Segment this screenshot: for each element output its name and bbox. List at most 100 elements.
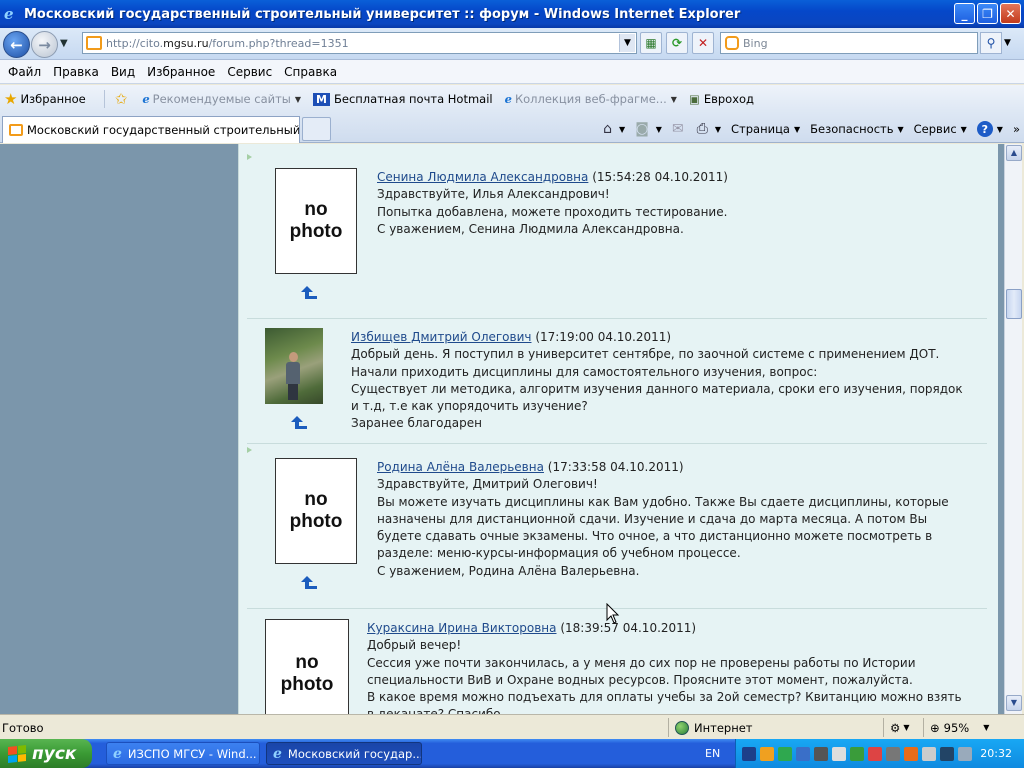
command-bar: ⌂ ▼ ◙ ▼ ✉ ⎙ ▼ Страница ▼ Безопасность ▼ Серви…: [593, 118, 1020, 140]
favorites-bar: ★ Избранное ✩ e Рекомендуемые сайты ▼ M …: [0, 85, 1024, 113]
scroll-down-button[interactable]: ▼: [1006, 695, 1022, 711]
printer-icon: ⎙: [696, 121, 708, 137]
search-options-dropdown[interactable]: ▼: [1004, 38, 1011, 48]
tray-icon[interactable]: [868, 746, 882, 761]
menu-file[interactable]: Файл: [2, 65, 47, 79]
read-mail-button[interactable]: ✉: [672, 121, 687, 137]
post-line: С уважением, Сенина Людмила Александровн…: [377, 221, 684, 236]
menu-favorites[interactable]: Избранное: [141, 65, 221, 79]
author-link[interactable]: Кураксина Ирина Викторовна: [367, 621, 557, 635]
page-menu-label: Страница: [731, 122, 790, 136]
tools-menu[interactable]: Сервис ▼: [914, 122, 967, 136]
post-line: Добрый день. Я поступил в университет се…: [351, 347, 940, 379]
globe-icon: [675, 720, 689, 735]
author-link[interactable]: Избищев Дмитрий Олегович: [351, 330, 531, 344]
tray-icon[interactable]: [850, 746, 864, 761]
address-dropdown[interactable]: ▼: [619, 34, 635, 52]
tray-icon[interactable]: [760, 746, 774, 761]
tab-bar: Московский государственный строительный …: [0, 113, 1024, 143]
search-icon: ⚲: [986, 36, 996, 50]
tools-menu-label: Сервис: [913, 122, 957, 136]
scroll-up-button[interactable]: ▲: [1006, 145, 1022, 161]
maximize-button[interactable]: ❐: [977, 3, 998, 24]
tray-icon[interactable]: [832, 746, 846, 761]
post-header: Кураксина Ирина Викторовна (18:39:57 04.…: [367, 620, 967, 637]
taskbar-item[interactable]: e ИЗСПО МГСУ - Wind...: [106, 742, 260, 765]
stop-button[interactable]: ✕: [692, 32, 714, 54]
menu-view[interactable]: Вид: [105, 65, 141, 79]
volume-icon[interactable]: [922, 746, 936, 761]
security-zone[interactable]: Интернет: [668, 718, 883, 737]
tray-icon[interactable]: [796, 746, 810, 761]
address-input[interactable]: http://cito.mgsu.ru/forum.php?thread=135…: [82, 32, 637, 54]
home-button[interactable]: ⌂ ▼: [603, 121, 625, 137]
page-menu[interactable]: Страница ▼: [731, 122, 800, 136]
safety-menu[interactable]: Безопасность ▼: [810, 122, 904, 136]
home-icon: ⌂: [603, 121, 613, 137]
menu-help[interactable]: Справка: [278, 65, 343, 79]
avatar-no-photo: no photo: [275, 168, 357, 274]
tray-icon[interactable]: [742, 746, 756, 761]
tray-icon[interactable]: [904, 746, 918, 761]
language-indicator[interactable]: EN: [705, 747, 720, 760]
author-link[interactable]: Сенина Людмила Александровна: [377, 170, 588, 184]
help-menu[interactable]: ? ▼: [976, 121, 1003, 137]
dropdown-arrow-icon: ▼: [670, 94, 677, 104]
zoom-control[interactable]: ⊕ 95% ▼: [923, 718, 1013, 737]
author-link[interactable]: Родина Алёна Валерьевна: [377, 460, 544, 474]
new-tab-button[interactable]: [302, 117, 331, 141]
site-favicon-icon: [86, 36, 102, 50]
forum-post: Избищев Дмитрий Олегович (17:19:00 04.10…: [247, 319, 987, 444]
recent-pages-dropdown[interactable]: ▼: [60, 38, 68, 49]
avatar-no-photo: no photo: [275, 458, 357, 564]
tray-icon[interactable]: [886, 746, 900, 761]
fav-hotmail[interactable]: M Бесплатная почта Hotmail: [313, 92, 493, 106]
back-button[interactable]: ←: [3, 31, 30, 58]
go-to-top-icon[interactable]: [301, 286, 317, 300]
menu-edit[interactable]: Правка: [47, 65, 105, 79]
taskbar-item-active[interactable]: e Московский государ...: [266, 742, 422, 765]
menu-tools[interactable]: Сервис: [221, 65, 278, 79]
start-label: пуск: [32, 743, 77, 764]
dropdown-arrow-icon: ▼: [897, 124, 904, 134]
post-body: Сенина Людмила Александровна (15:54:28 0…: [377, 169, 977, 238]
tray-icon[interactable]: [778, 746, 792, 761]
toolbar-overflow-button[interactable]: »: [1013, 122, 1020, 136]
search-button[interactable]: ⚲: [980, 32, 1002, 54]
add-favorite-button[interactable]: ✩: [111, 90, 131, 108]
post-marker-icon: [247, 447, 252, 453]
ie-icon: e: [113, 745, 122, 762]
tray-icon[interactable]: [940, 746, 954, 761]
compatibility-view-button[interactable]: ▦: [640, 32, 662, 54]
fav-suggested-sites[interactable]: e Рекомендуемые сайты ▼: [142, 92, 301, 106]
clock[interactable]: 20:32: [980, 747, 1012, 760]
tray-icon[interactable]: [814, 746, 828, 761]
dropdown-arrow-icon: ▼: [960, 124, 967, 134]
post-time: (15:54:28 04.10.2011): [592, 170, 728, 184]
fav-evrohod[interactable]: ▣ Евроход: [689, 92, 754, 106]
vertical-scrollbar[interactable]: ▲ ▼: [1004, 144, 1022, 714]
post-body: Родина Алёна Валерьевна (17:33:58 04.10.…: [377, 459, 967, 580]
fav-web-slices[interactable]: e Коллекция веб-фрагме... ▼: [505, 92, 677, 106]
go-to-top-icon[interactable]: [301, 576, 317, 590]
forward-button[interactable]: →: [31, 31, 58, 58]
forum-post: no photo Родина Алёна Валерьевна (17:33:5…: [247, 444, 987, 609]
search-input[interactable]: Bing: [720, 32, 978, 54]
minimize-button[interactable]: _: [954, 3, 975, 24]
refresh-button[interactable]: ⟳: [666, 32, 688, 54]
dropdown-arrow-icon: ▼: [903, 723, 910, 732]
tab-active[interactable]: Московский государственный строительный …: [2, 116, 300, 143]
go-to-top-icon[interactable]: [291, 416, 307, 430]
feeds-button[interactable]: ◙ ▼: [635, 121, 662, 137]
scroll-thumb[interactable]: [1006, 289, 1022, 319]
mouse-cursor-icon: [606, 603, 620, 624]
window-title-bar[interactable]: e Московский государственный строительны…: [0, 0, 1024, 28]
post-line: Заранее благодарен: [351, 416, 483, 431]
favorites-button[interactable]: ★ Избранное: [0, 90, 86, 108]
print-button[interactable]: ⎙ ▼: [697, 121, 721, 137]
start-button[interactable]: пуск: [0, 739, 92, 768]
close-button[interactable]: ✕: [1000, 3, 1021, 24]
post-line: Здравствуйте, Дмитрий Олегович!: [377, 477, 598, 492]
network-icon[interactable]: [958, 746, 972, 761]
protected-mode-indicator[interactable]: ⚙ ▼: [883, 718, 923, 737]
